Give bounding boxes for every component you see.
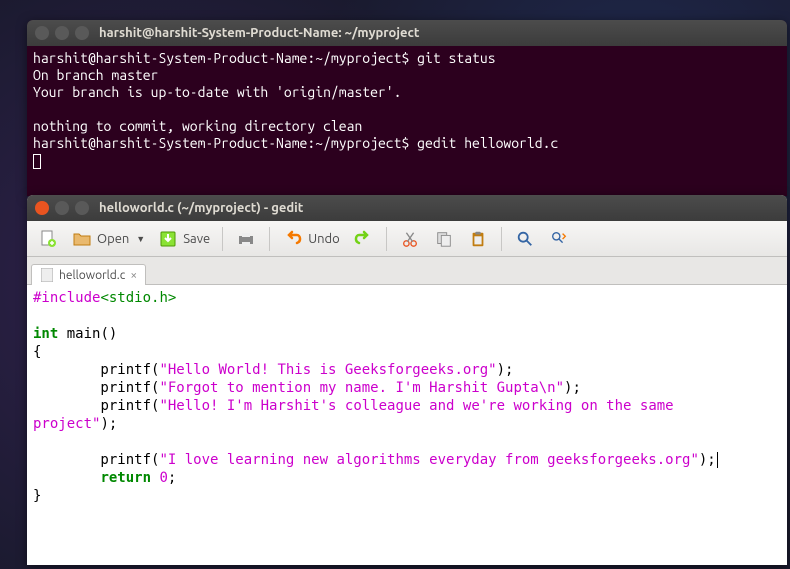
copy-icon xyxy=(433,228,455,250)
save-icon xyxy=(157,228,179,250)
minimize-icon[interactable] xyxy=(55,201,69,215)
close-icon[interactable] xyxy=(35,201,49,215)
file-tab[interactable]: helloworld.c × xyxy=(31,264,146,285)
tabs-bar: helloworld.c × xyxy=(27,257,787,285)
maximize-icon[interactable] xyxy=(75,201,89,215)
toolbar-separator xyxy=(501,227,502,251)
terminal-line xyxy=(33,152,781,169)
gedit-titlebar[interactable]: helloworld.c (~/myproject) - gedit xyxy=(27,195,787,221)
copy-button[interactable] xyxy=(429,225,459,253)
terminal-line xyxy=(33,101,781,118)
cursor-icon xyxy=(33,154,41,169)
undo-label: Undo xyxy=(308,232,340,246)
command-text: gedit helloworld.c xyxy=(409,135,558,151)
gedit-window: helloworld.c (~/myproject) - gedit Open … xyxy=(27,195,787,565)
command-text: git status xyxy=(409,50,495,66)
code-line: printf("Hello! I'm Harshit's colleague a… xyxy=(33,397,781,415)
code-line xyxy=(33,307,781,325)
prompt: harshit@harshit-System-Product-Name:~/my… xyxy=(33,135,409,151)
chevron-down-icon: ▼ xyxy=(136,234,145,244)
open-label: Open xyxy=(97,232,129,246)
terminal-line: On branch master xyxy=(33,67,781,84)
new-file-button[interactable] xyxy=(33,225,63,253)
terminal-window: harshit@harshit-System-Product-Name: ~/m… xyxy=(27,20,787,196)
code-line: printf("I love learning new algorithms e… xyxy=(33,451,781,469)
code-line: return 0; xyxy=(33,469,781,487)
terminal-line: harshit@harshit-System-Product-Name:~/my… xyxy=(33,50,781,67)
toolbar: Open ▼ Save Undo xyxy=(27,221,787,257)
paste-button[interactable] xyxy=(463,225,493,253)
redo-button[interactable] xyxy=(348,225,378,253)
code-line: project"); xyxy=(33,415,781,433)
terminal-line: nothing to commit, working directory cle… xyxy=(33,118,781,135)
paste-icon xyxy=(467,228,489,250)
terminal-line: harshit@harshit-System-Product-Name:~/my… xyxy=(33,135,781,152)
code-line: } xyxy=(33,487,781,505)
search-icon xyxy=(514,228,536,250)
redo-icon xyxy=(352,228,374,250)
open-button[interactable]: Open ▼ xyxy=(67,225,149,253)
toolbar-separator xyxy=(222,227,223,251)
toolbar-separator xyxy=(269,227,270,251)
code-line: { xyxy=(33,343,781,361)
save-label: Save xyxy=(183,232,210,246)
maximize-icon[interactable] xyxy=(75,26,89,40)
gedit-title: helloworld.c (~/myproject) - gedit xyxy=(99,201,303,215)
print-icon xyxy=(235,228,257,250)
terminal-line: Your branch is up-to-date with 'origin/m… xyxy=(33,84,781,101)
replace-button[interactable] xyxy=(544,225,574,253)
tab-label: helloworld.c xyxy=(59,269,125,282)
code-line xyxy=(33,433,781,451)
window-controls xyxy=(35,26,89,40)
tab-close-icon[interactable]: × xyxy=(130,269,137,282)
window-controls xyxy=(35,201,89,215)
folder-open-icon xyxy=(71,228,93,250)
new-file-icon xyxy=(37,228,59,250)
code-line: printf("Hello World! This is Geeksforgee… xyxy=(33,361,781,379)
terminal-title: harshit@harshit-System-Product-Name: ~/m… xyxy=(99,26,419,40)
close-icon[interactable] xyxy=(35,26,49,40)
search-button[interactable] xyxy=(510,225,540,253)
undo-button[interactable]: Undo xyxy=(278,225,344,253)
terminal-titlebar[interactable]: harshit@harshit-System-Product-Name: ~/m… xyxy=(27,20,787,46)
code-line: printf("Forgot to mention my name. I'm H… xyxy=(33,379,781,397)
code-line: #include<stdio.h> xyxy=(33,289,781,307)
file-icon xyxy=(40,268,54,282)
minimize-icon[interactable] xyxy=(55,26,69,40)
cut-icon xyxy=(399,228,421,250)
print-button[interactable] xyxy=(231,225,261,253)
prompt: harshit@harshit-System-Product-Name:~/my… xyxy=(33,50,409,66)
editor-area[interactable]: #include<stdio.h> int main() { printf("H… xyxy=(27,285,787,565)
replace-icon xyxy=(548,228,570,250)
code-line: int main() xyxy=(33,325,781,343)
toolbar-separator xyxy=(386,227,387,251)
terminal-body[interactable]: harshit@harshit-System-Product-Name:~/my… xyxy=(27,46,787,196)
cut-button[interactable] xyxy=(395,225,425,253)
undo-icon xyxy=(282,228,304,250)
save-button[interactable]: Save xyxy=(153,225,214,253)
